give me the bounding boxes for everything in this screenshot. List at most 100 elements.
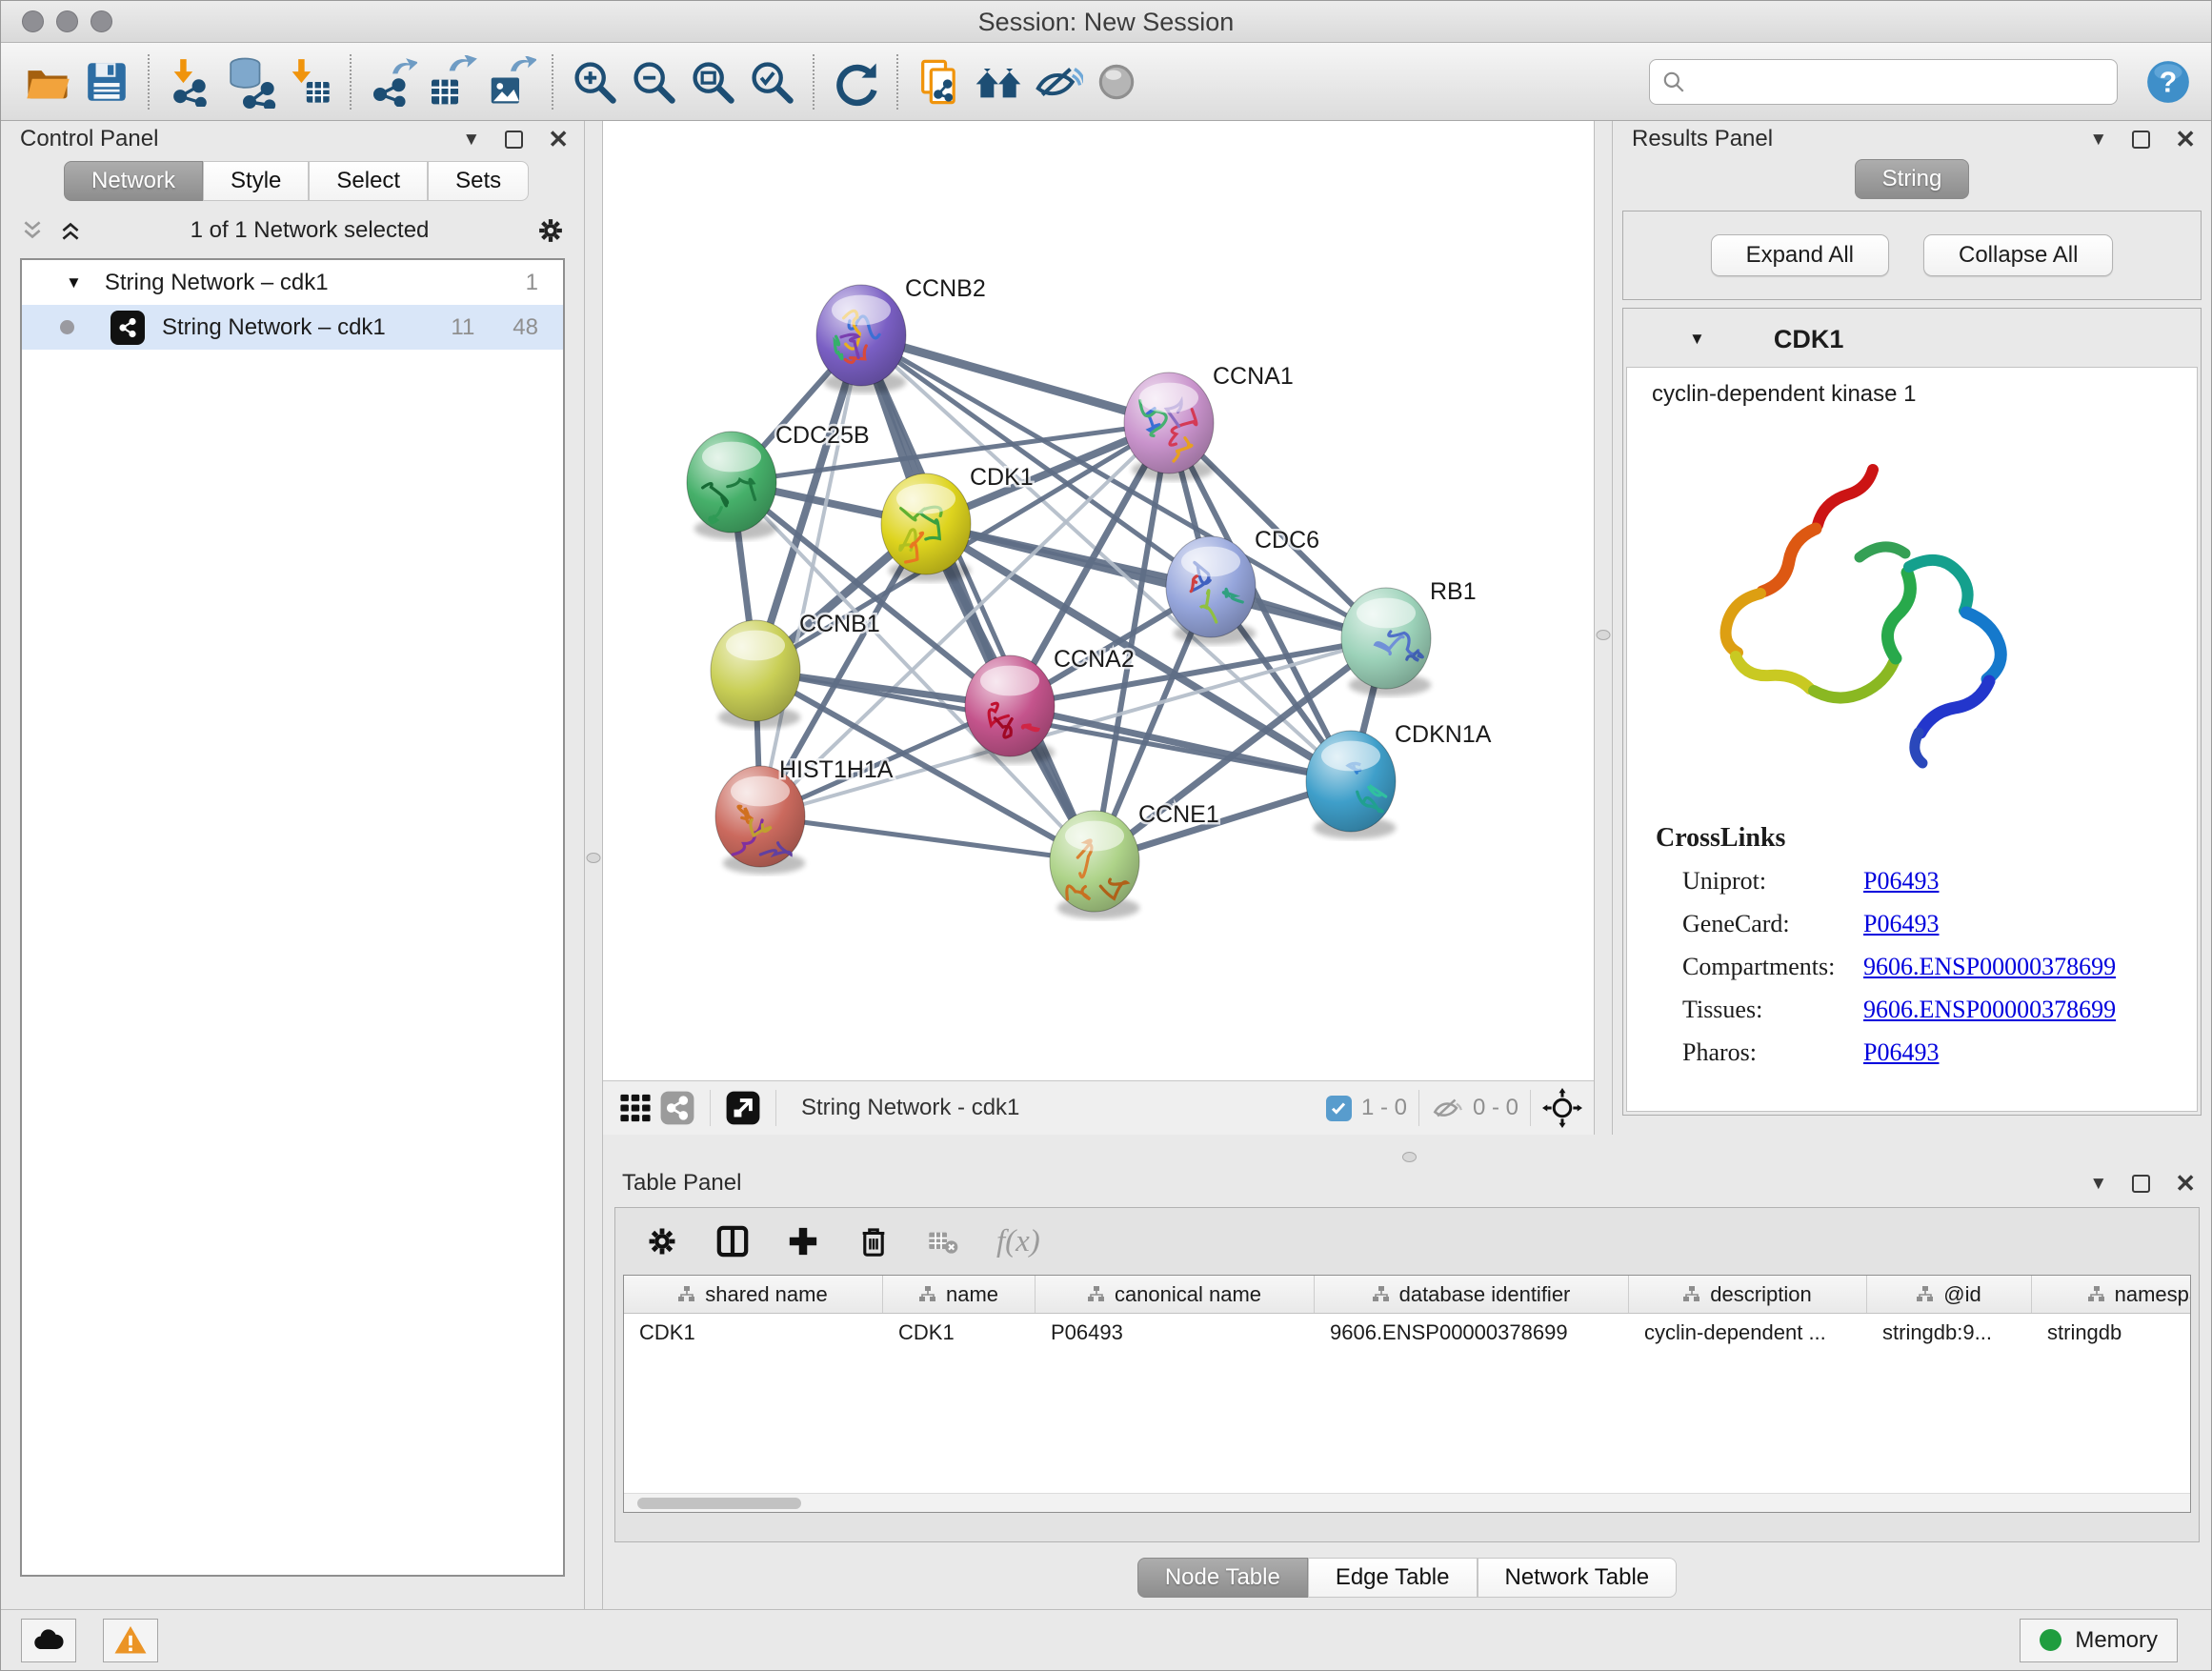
network-node-CDK1[interactable] <box>881 473 971 582</box>
collapse-all-networks-icon[interactable] <box>20 218 45 243</box>
collapse-panel-icon[interactable]: ▼ <box>462 131 480 149</box>
tab-string[interactable]: String <box>1855 159 1970 199</box>
collapse-panel-icon[interactable]: ▼ <box>2089 1175 2107 1193</box>
table-cell[interactable]: stringdb:9... <box>1867 1314 2032 1352</box>
crosslink-link[interactable]: P06493 <box>1863 910 1939 938</box>
network-node-CCNA2[interactable] <box>965 655 1055 764</box>
table-cell[interactable]: P06493 <box>1036 1314 1315 1352</box>
clone-network-icon[interactable] <box>910 52 969 111</box>
column-header-namespace[interactable]: namespace <box>2032 1276 2191 1313</box>
tab-network-table[interactable]: Network Table <box>1478 1558 1678 1598</box>
close-panel-icon[interactable]: ✕ <box>2175 1171 2196 1196</box>
table-cell[interactable]: 9606.ENSP00000378699 <box>1315 1314 1629 1352</box>
right-splitter[interactable] <box>1594 121 1613 1135</box>
column-header-name[interactable]: name <box>883 1276 1036 1313</box>
warning-icon[interactable] <box>103 1619 158 1662</box>
zoom-fit-icon[interactable] <box>683 52 742 111</box>
columns-icon[interactable] <box>716 1225 749 1258</box>
table-cell[interactable]: stringdb <box>2032 1314 2191 1352</box>
table-cell[interactable]: CDK1 <box>883 1314 1036 1352</box>
column-header-database-identifier[interactable]: database identifier <box>1315 1276 1629 1313</box>
horizontal-splitter[interactable] <box>603 1135 2211 1165</box>
expand-all-button[interactable]: Expand All <box>1711 234 1889 276</box>
collapse-all-button[interactable]: Collapse All <box>1923 234 2113 276</box>
splitter-handle[interactable] <box>1597 630 1611 640</box>
maximize-window-icon[interactable] <box>90 10 112 32</box>
scrollbar-thumb[interactable] <box>637 1498 801 1509</box>
close-panel-icon[interactable]: ✕ <box>2175 127 2196 151</box>
selected-checkbox-icon[interactable] <box>1326 1096 1352 1121</box>
network-node-CCNB2[interactable] <box>816 285 906 393</box>
network-node-CDKN1A[interactable] <box>1306 731 1396 839</box>
network-node-CCNB1[interactable] <box>711 620 800 729</box>
tab-sets[interactable]: Sets <box>428 161 529 201</box>
crosslink-link[interactable]: 9606.ENSP00000378699 <box>1863 953 2116 981</box>
float-panel-icon[interactable] <box>2132 131 2150 149</box>
share-view-icon[interactable] <box>656 1087 698 1129</box>
cloud-icon[interactable] <box>21 1619 76 1662</box>
grid-view-icon[interactable] <box>614 1087 656 1129</box>
network-canvas[interactable]: CCNB2CCNA1CDC25BCDK1CDC6RB1CCNB1CCNA2CDK… <box>603 121 1594 1080</box>
crosslink-link[interactable]: P06493 <box>1863 1038 1939 1067</box>
left-splitter[interactable] <box>584 121 603 1609</box>
column-header-description[interactable]: description <box>1629 1276 1867 1313</box>
settings-gear-icon[interactable] <box>646 1225 678 1258</box>
tab-network[interactable]: Network <box>64 161 203 201</box>
close-panel-icon[interactable]: ✕ <box>548 127 569 151</box>
crosslink-link[interactable]: P06493 <box>1863 867 1939 896</box>
import-table-icon[interactable] <box>279 52 338 111</box>
splitter-handle[interactable] <box>587 853 601 863</box>
column-header-shared-name[interactable]: shared name <box>624 1276 883 1313</box>
network-node-RB1[interactable] <box>1341 588 1431 696</box>
tab-edge-table[interactable]: Edge Table <box>1308 1558 1478 1598</box>
hide-selected-icon[interactable] <box>1028 52 1087 111</box>
tree-expander-icon[interactable]: ▼ <box>66 273 82 292</box>
collapse-protein-icon[interactable]: ▼ <box>1689 330 1705 349</box>
export-table-icon[interactable] <box>422 52 481 111</box>
table-cell[interactable]: CDK1 <box>624 1314 883 1352</box>
close-window-icon[interactable] <box>22 10 44 32</box>
first-neighbors-icon[interactable] <box>969 52 1028 111</box>
help-icon[interactable]: ? <box>2142 52 2194 111</box>
network-node-CDC6[interactable] <box>1166 536 1256 645</box>
splitter-handle[interactable] <box>1402 1152 1417 1162</box>
zoom-selected-icon[interactable] <box>742 52 801 111</box>
search-box[interactable] <box>1649 59 2118 105</box>
apply-layout-icon[interactable] <box>826 52 885 111</box>
export-network-icon[interactable] <box>363 52 422 111</box>
open-in-window-icon[interactable] <box>722 1087 764 1129</box>
open-session-icon[interactable] <box>18 52 77 111</box>
table-row[interactable]: CDK1CDK1P064939606.ENSP00000378699cyclin… <box>624 1314 2190 1352</box>
column-header-canonical-name[interactable]: canonical name <box>1036 1276 1315 1313</box>
network-options-gear-icon[interactable] <box>536 216 565 245</box>
minimize-window-icon[interactable] <box>56 10 78 32</box>
network-row-selected[interactable]: String Network – cdk1 11 48 <box>22 305 563 350</box>
column-header--id[interactable]: @id <box>1867 1276 2032 1313</box>
table-cell[interactable]: cyclin-dependent ... <box>1629 1314 1867 1352</box>
collapse-panel-icon[interactable]: ▼ <box>2089 131 2107 149</box>
tab-select[interactable]: Select <box>309 161 428 201</box>
tab-node-table[interactable]: Node Table <box>1137 1558 1308 1598</box>
network-collection-row[interactable]: ▼ String Network – cdk1 1 <box>22 260 563 305</box>
export-image-icon[interactable] <box>481 52 540 111</box>
memory-button[interactable]: Memory <box>2020 1619 2178 1662</box>
delete-column-icon[interactable] <box>857 1225 890 1258</box>
zoom-out-icon[interactable] <box>624 52 683 111</box>
network-node-CCNE1[interactable] <box>1050 811 1139 919</box>
save-session-icon[interactable] <box>77 52 136 111</box>
tab-style[interactable]: Style <box>203 161 309 201</box>
import-network-file-icon[interactable] <box>161 52 220 111</box>
float-panel-icon[interactable] <box>2132 1175 2150 1193</box>
import-network-database-icon[interactable] <box>220 52 279 111</box>
search-input[interactable] <box>1686 69 2105 95</box>
expand-all-networks-icon[interactable] <box>58 218 83 243</box>
network-node-CDC25B[interactable] <box>687 432 776 540</box>
protein-header[interactable]: ▼ CDK1 <box>1626 312 2198 367</box>
float-panel-icon[interactable] <box>505 131 523 149</box>
add-column-icon[interactable] <box>787 1225 819 1258</box>
zoom-in-icon[interactable] <box>565 52 624 111</box>
fit-crosshair-icon[interactable] <box>1542 1088 1582 1128</box>
crosslink-link[interactable]: 9606.ENSP00000378699 <box>1863 996 2116 1024</box>
show-all-icon[interactable] <box>1087 52 1146 111</box>
network-node-CCNA1[interactable] <box>1124 372 1214 481</box>
